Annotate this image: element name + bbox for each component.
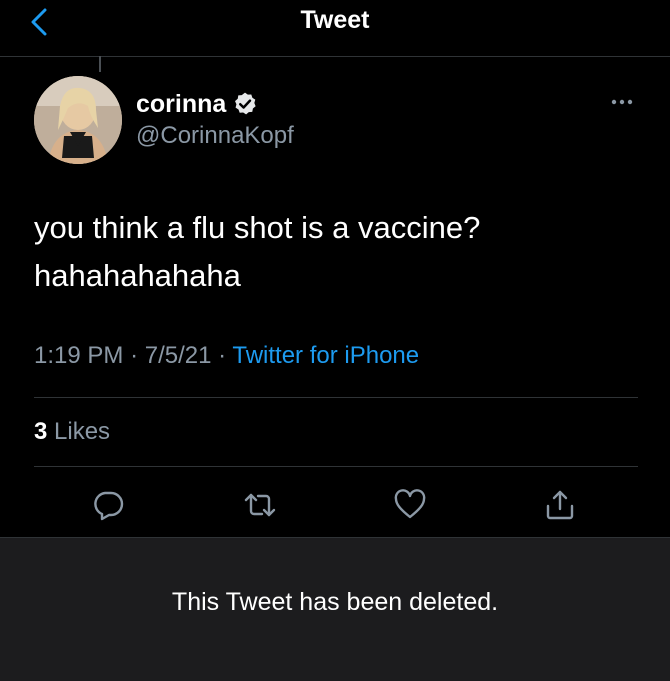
share-icon[interactable]: [543, 488, 577, 522]
author-handle: @CorinnaKopf: [136, 122, 294, 149]
deleted-notice-bar: This Tweet has been deleted.: [0, 537, 670, 681]
tweet-time: 1:19 PM: [34, 342, 124, 369]
likes-stat[interactable]: 3 Likes: [34, 418, 110, 446]
page-title: Tweet: [300, 6, 370, 34]
divider: [34, 466, 638, 467]
likes-count: 3: [34, 418, 48, 445]
thread-line: [99, 56, 101, 72]
more-options-icon[interactable]: [610, 96, 634, 108]
tweet-text-line: you think a flu shot is a vaccine?: [34, 210, 481, 245]
reply-icon[interactable]: [91, 488, 125, 522]
tweet-meta: 1:19 PM · 7/5/21 · Twitter for iPhone: [34, 342, 419, 370]
deleted-notice-text: This Tweet has been deleted.: [171, 588, 499, 616]
retweet-icon[interactable]: [243, 488, 277, 522]
tweet-source-link[interactable]: Twitter for iPhone: [232, 342, 419, 369]
tweet-text-line: hahahahahaha: [34, 258, 241, 293]
avatar[interactable]: [34, 76, 122, 164]
divider: [34, 397, 638, 398]
separator-dot: ·: [218, 342, 233, 369]
like-icon[interactable]: [393, 488, 427, 522]
tweet-author[interactable]: corinna @CorinnaKopf: [136, 88, 294, 150]
verified-badge-icon: [235, 92, 256, 115]
tweet-text: you think a flu shot is a vaccine? hahah…: [34, 204, 634, 300]
nav-bar: Tweet: [0, 0, 670, 57]
author-name: corinna: [136, 89, 227, 118]
name-row: corinna: [136, 88, 294, 120]
tweet-date: 7/5/21: [144, 342, 212, 369]
avatar-photo: [34, 76, 122, 164]
likes-label: Likes: [54, 418, 111, 445]
separator-dot: ·: [130, 342, 145, 369]
